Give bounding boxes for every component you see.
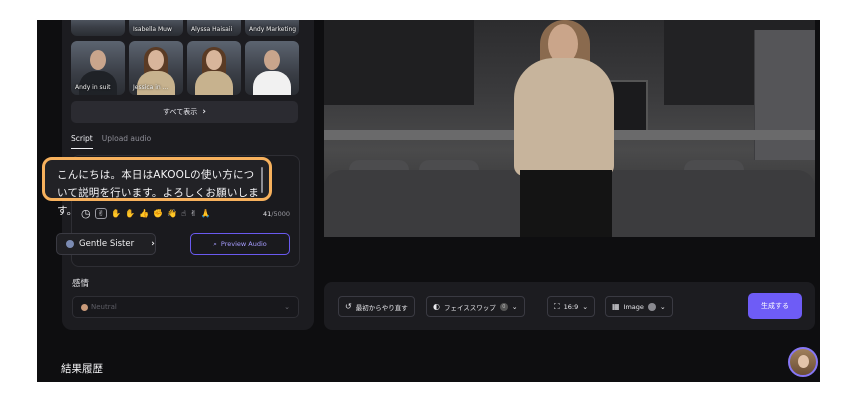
voice-name: Gentle Sister — [79, 239, 135, 249]
avatar-body — [137, 71, 175, 95]
gesture-icon[interactable]: 👋 — [167, 209, 177, 218]
voice-select-button[interactable]: Gentle Sister › — [56, 233, 156, 255]
history-title: 結果履歴 — [61, 363, 103, 375]
image-label: Image — [623, 302, 644, 311]
gesture-icon[interactable]: ☝ — [181, 209, 186, 218]
preview-audio-button[interactable]: ⌕ Preview Audio — [190, 233, 290, 255]
tab-upload-audio[interactable]: Upload audio — [102, 134, 151, 149]
chevron-right-icon: › — [151, 239, 155, 249]
show-all-label: すべて表示 — [163, 108, 198, 116]
chevron-right-icon: › — [202, 107, 206, 117]
avatar-head — [206, 50, 222, 70]
avatar-name: Andy in suit — [75, 84, 111, 91]
image-dropdown[interactable]: ▦ Image ⌄ — [605, 296, 673, 317]
gesture-icon[interactable]: ✌ — [190, 209, 197, 218]
search-icon: ⌕ — [213, 239, 217, 248]
avatar-name: Jessica in ... — [133, 84, 169, 91]
chevron-down-icon: ⌄ — [511, 302, 518, 311]
avatar-body — [253, 71, 291, 95]
script-tabs: Script Upload audio — [71, 134, 151, 149]
faceswap-dropdown[interactable]: ◐ フェイススワップ 0 ⌄ — [426, 296, 525, 317]
gesture-icon[interactable]: ✊ — [153, 209, 163, 218]
app-window: Isabella Muw Alyssa Haisaii Andy Marketi… — [37, 20, 820, 382]
expression-toolbar: ◷ ✌ ✋ ✋ 👍 ✊ 👋 ☝ ✌ 🙏 — [81, 207, 211, 220]
faceswap-count: 0 — [499, 302, 508, 311]
avatar-card[interactable] — [245, 41, 299, 95]
chevron-down-icon: ⌄ — [659, 302, 666, 311]
image-icon: ▦ — [612, 302, 620, 311]
avatar-name: Andy Marketing — [249, 26, 297, 33]
char-count-limit: /5000 — [271, 210, 291, 218]
script-input[interactable]: こんにちは。本日はAKOOLの使い方について説明を行います。よろしくお願いします… — [42, 157, 272, 217]
show-all-button[interactable]: すべて表示 › — [71, 101, 298, 123]
presenter-sweater — [514, 58, 614, 176]
generate-button[interactable]: 生成する — [748, 293, 802, 319]
voice-avatar-icon — [66, 240, 74, 248]
reset-icon: ↺ — [345, 302, 352, 311]
avatar-head — [148, 50, 164, 70]
background-cabinet — [324, 20, 474, 105]
restart-label: 最初からやり直す — [355, 303, 408, 312]
restart-button[interactable]: ↺ 最初からやり直す — [338, 296, 415, 317]
avatar-card[interactable]: Alyssa Haisaii — [187, 20, 241, 36]
aspect-ratio-dropdown[interactable]: ⛶ 16:9 ⌄ — [547, 296, 596, 317]
gesture-icon[interactable]: ✋ — [125, 209, 135, 218]
avatar-card[interactable] — [187, 41, 241, 95]
char-counter: 41/5000 — [263, 210, 290, 218]
tab-script[interactable]: Script — [71, 134, 93, 149]
pause-clock-icon[interactable]: ◷ — [81, 207, 91, 220]
gesture-icon[interactable]: 🙏 — [201, 209, 211, 218]
generate-toolbar: ↺ 最初からやり直す ◐ フェイススワップ 0 ⌄ ⛶ 16:9 ⌄ ▦ Ima… — [324, 282, 815, 330]
avatar-body — [195, 71, 233, 95]
avatar-name: Isabella Muw — [133, 26, 172, 33]
presenter-skirt — [520, 170, 612, 237]
emotion-label: 感情 — [72, 279, 90, 289]
background-fridge — [754, 30, 815, 160]
emotion-value: Neutral — [91, 303, 117, 311]
avatar-body — [79, 71, 117, 95]
avatar-row: Andy in suit Jessica in ... — [71, 41, 299, 95]
script-scrollbar[interactable] — [261, 167, 263, 193]
avatar-row: Isabella Muw Alyssa Haisaii Andy Marketi… — [71, 20, 299, 36]
avatar-card[interactable]: Isabella Muw — [129, 20, 183, 36]
contrast-icon: ◐ — [433, 302, 440, 311]
gesture-icon[interactable]: ✌ — [94, 208, 108, 219]
faceswap-label: フェイススワップ — [443, 303, 496, 312]
emotion-face-icon — [81, 303, 88, 311]
background-thumbnail — [647, 302, 656, 311]
avatar-card[interactable]: Jessica in ... — [129, 41, 183, 95]
support-avatar[interactable] — [788, 347, 818, 377]
avatar-head — [264, 50, 280, 70]
preview-audio-label: Preview Audio — [220, 240, 267, 248]
aspect-ratio-label: 16:9 — [563, 302, 579, 311]
avatar-card[interactable]: Andy Marketing — [245, 20, 299, 36]
chevron-down-icon: ⌄ — [582, 302, 589, 311]
video-preview — [324, 20, 815, 237]
chevron-down-icon: ⌄ — [284, 303, 290, 311]
gesture-icon[interactable]: 👍 — [139, 209, 149, 218]
aspect-ratio-icon: ⛶ — [554, 301, 560, 311]
support-avatar-face — [798, 355, 809, 368]
avatar-card[interactable]: Andy in suit — [71, 41, 125, 95]
gesture-icon[interactable]: ✋ — [111, 209, 121, 218]
avatar-card[interactable] — [71, 20, 125, 36]
avatar-head — [90, 50, 106, 70]
avatar-name: Alyssa Haisaii — [191, 26, 233, 33]
emotion-select[interactable]: Neutral ⌄ — [72, 296, 299, 318]
